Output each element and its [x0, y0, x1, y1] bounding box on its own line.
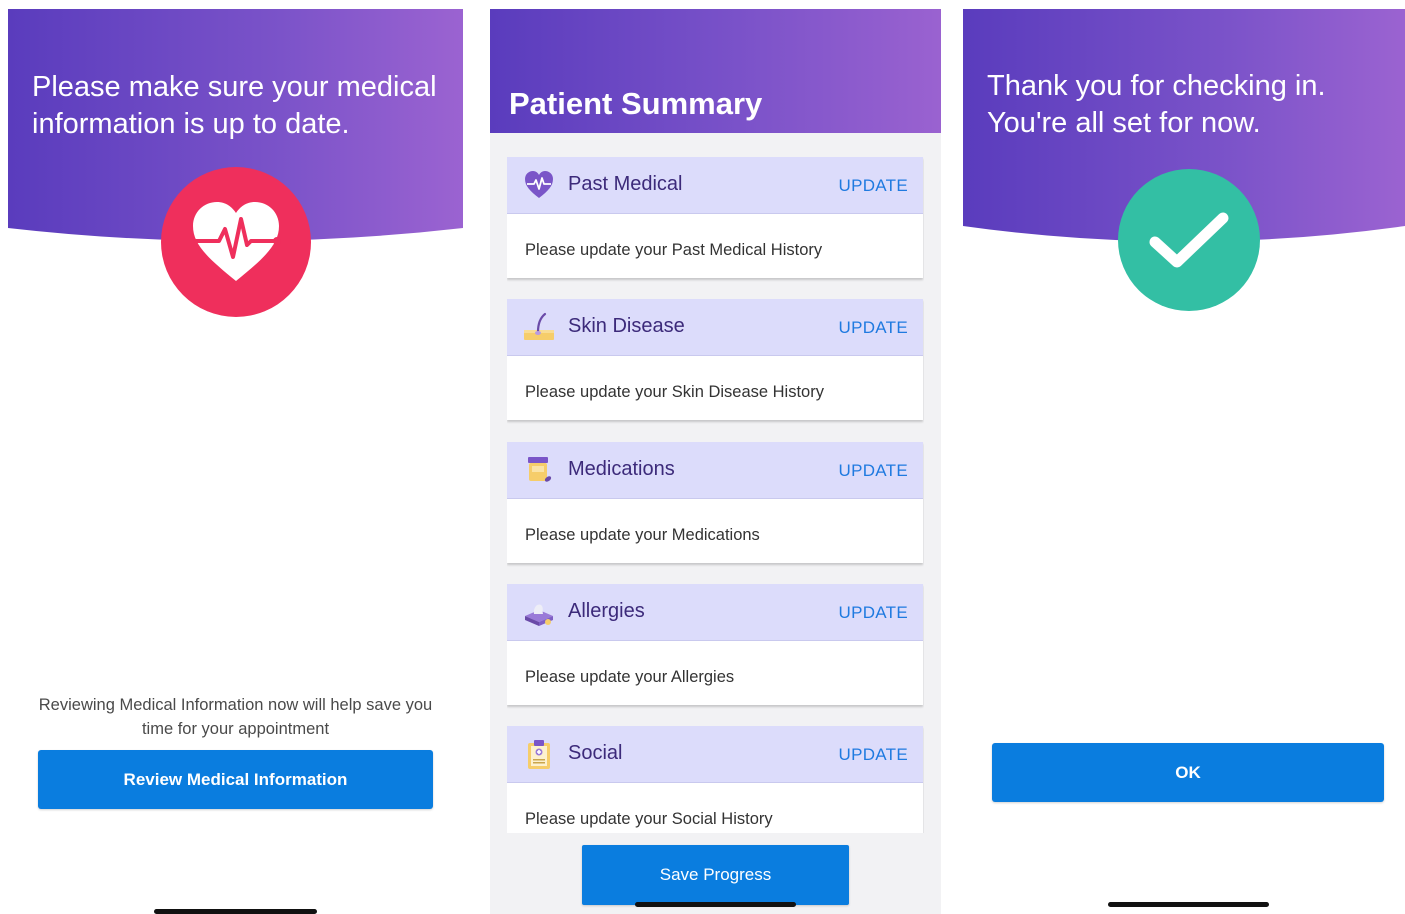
update-social-button[interactable]: UPDATE	[839, 745, 909, 765]
heart-pulse-icon	[525, 171, 553, 198]
update-skin-disease-button[interactable]: UPDATE	[839, 318, 909, 338]
intro-screen: Please make sure your medical informatio…	[8, 9, 463, 914]
patient-summary-screen: Patient Summary Past Medical UPDATE Plea…	[490, 9, 941, 914]
home-indicator[interactable]	[154, 909, 317, 914]
card-allergies: Allergies UPDATE Please update your Alle…	[507, 584, 923, 705]
update-medications-button[interactable]: UPDATE	[839, 461, 909, 481]
tissue-box-icon	[525, 604, 553, 626]
card-header: Past Medical UPDATE	[507, 157, 923, 214]
card-title: Allergies	[568, 600, 645, 622]
completion-heading: Thank you for checking in. You're all se…	[987, 70, 1326, 139]
card-description: Please update your Past Medical History	[525, 241, 823, 259]
save-progress-button[interactable]: Save Progress	[582, 845, 849, 905]
intro-note: Reviewing Medical Information now will h…	[38, 696, 433, 738]
card-description: Please update your Social History	[525, 810, 773, 828]
card-description: Please update your Skin Disease History	[525, 383, 824, 401]
review-medical-info-button[interactable]: Review Medical Information	[38, 750, 433, 809]
card-medications: Medications UPDATE Please update your Me…	[507, 442, 923, 563]
update-past-medical-button[interactable]: UPDATE	[839, 176, 909, 196]
card-description: Please update your Medications	[525, 526, 760, 544]
intro-heading: Please make sure your medical informatio…	[32, 71, 437, 140]
skin-hair-icon	[524, 312, 554, 340]
summary-body: Past Medical UPDATE Please update your P…	[490, 133, 941, 914]
home-indicator[interactable]	[1108, 902, 1269, 907]
card-social: Social UPDATE Please update your Social …	[507, 726, 923, 833]
heart-pulse-icon	[161, 167, 311, 317]
card-header: Allergies UPDATE	[507, 584, 923, 641]
card-title: Social	[568, 742, 623, 764]
check-in-complete-screen: Thank you for checking in. You're all se…	[963, 9, 1405, 914]
card-description: Please update your Allergies	[525, 668, 735, 686]
update-allergies-button[interactable]: UPDATE	[839, 603, 909, 623]
card-header: Social UPDATE	[507, 726, 923, 783]
home-indicator[interactable]	[635, 902, 796, 907]
card-skin-disease: Skin Disease UPDATE Please update your S…	[507, 299, 923, 420]
card-header: Skin Disease UPDATE	[507, 299, 923, 356]
pill-bottle-icon	[528, 457, 552, 482]
checkmark-icon	[1118, 169, 1260, 311]
card-title: Skin Disease	[568, 315, 685, 337]
card-past-medical: Past Medical UPDATE Please update your P…	[507, 157, 923, 278]
card-title: Past Medical	[568, 173, 683, 195]
card-title: Medications	[568, 458, 675, 480]
page-title: Patient Summary	[509, 86, 763, 121]
ok-button[interactable]: OK	[992, 743, 1384, 802]
card-list[interactable]: Past Medical UPDATE Please update your P…	[507, 157, 924, 833]
clipboard-icon	[528, 740, 550, 769]
card-header: Medications UPDATE	[507, 442, 923, 499]
